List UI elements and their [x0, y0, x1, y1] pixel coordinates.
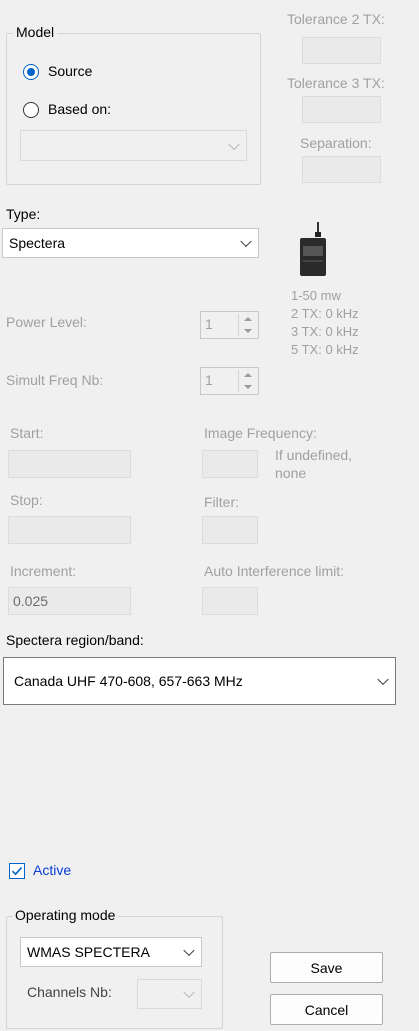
start-field[interactable]: [8, 450, 131, 478]
increment-field[interactable]: 0.025: [8, 587, 131, 615]
checkmark-icon: [11, 866, 23, 876]
power-level-value: 1: [205, 316, 213, 332]
tolerance-2tx-field[interactable]: [302, 37, 381, 64]
channels-nb-select[interactable]: [137, 979, 202, 1009]
filter-field[interactable]: [202, 516, 258, 544]
based-on-radio[interactable]: [23, 102, 39, 118]
chevron-down-icon: [240, 235, 252, 248]
based-on-label[interactable]: Based on:: [48, 101, 111, 117]
increment-label: Increment:: [10, 563, 77, 579]
type-select[interactable]: Spectera: [2, 228, 259, 258]
power-level-stepper[interactable]: 1: [200, 311, 259, 339]
type-select-value: Spectera: [9, 235, 66, 251]
device-5tx: 5 TX: 0 kHz: [291, 342, 359, 357]
tolerance-3tx-field[interactable]: [302, 96, 381, 123]
separation-field[interactable]: [302, 156, 381, 183]
operating-mode-title: Operating mode: [12, 907, 119, 923]
chevron-down-icon: [377, 673, 389, 686]
auto-interference-field[interactable]: [202, 587, 258, 615]
stop-field[interactable]: [8, 516, 131, 544]
region-band-select[interactable]: Canada UHF 470-608, 657-663 MHz: [3, 657, 396, 705]
start-label: Start:: [10, 425, 44, 441]
chevron-down-icon: [228, 138, 240, 150]
chevron-down-icon: [183, 986, 195, 999]
device-range: 1-50 mw: [291, 288, 341, 303]
simult-freq-spin-buttons[interactable]: [238, 370, 256, 392]
active-checkbox[interactable]: [9, 863, 25, 879]
region-band-label: Spectera region/band:: [6, 632, 144, 648]
operating-mode-group: [6, 916, 223, 1029]
simult-freq-label: Simult Freq Nb:: [6, 372, 104, 388]
simult-freq-value: 1: [205, 372, 213, 388]
simult-freq-stepper[interactable]: 1: [200, 367, 259, 395]
operating-mode-select[interactable]: WMAS SPECTERA: [20, 937, 202, 967]
filter-label: Filter:: [204, 494, 239, 510]
source-radio[interactable]: [23, 64, 39, 80]
channels-nb-label: Channels Nb:: [27, 984, 112, 1000]
device-2tx: 2 TX: 0 kHz: [291, 306, 359, 321]
based-on-select[interactable]: [20, 130, 247, 161]
active-label[interactable]: Active: [33, 862, 71, 878]
image-frequency-label: Image Frequency:: [204, 425, 317, 441]
image-frequency-note: If undefined, none: [275, 447, 353, 481]
device-3tx: 3 TX: 0 kHz: [291, 324, 359, 339]
power-level-spin-buttons[interactable]: [238, 314, 256, 336]
tolerance-3tx-label: Tolerance 3 TX:: [287, 75, 385, 91]
cancel-button[interactable]: Cancel: [270, 994, 383, 1025]
model-group-title: Model: [13, 24, 58, 40]
operating-mode-value: WMAS SPECTERA: [27, 944, 150, 960]
bodypack-transmitter-icon: [300, 222, 326, 278]
increment-value: 0.025: [13, 593, 49, 609]
chevron-down-icon: [183, 944, 195, 957]
auto-interference-label: Auto Interference limit:: [204, 563, 345, 579]
image-frequency-field[interactable]: [202, 450, 258, 478]
separation-label: Separation:: [300, 135, 372, 151]
region-band-value: Canada UHF 470-608, 657-663 MHz: [14, 673, 243, 689]
power-level-label: Power Level:: [6, 314, 87, 330]
source-label[interactable]: Source: [48, 63, 92, 79]
model-group: [6, 33, 261, 185]
save-button[interactable]: Save: [270, 952, 383, 983]
type-label: Type:: [6, 206, 41, 222]
stop-label: Stop:: [10, 492, 43, 508]
tolerance-2tx-label: Tolerance 2 TX:: [287, 11, 385, 27]
